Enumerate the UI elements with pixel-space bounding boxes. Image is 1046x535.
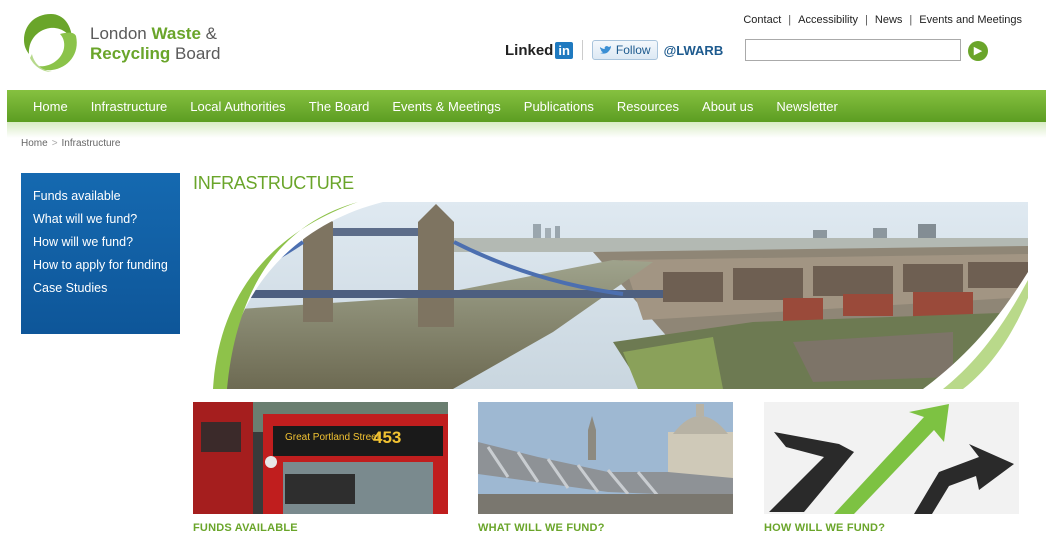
social-divider — [581, 40, 583, 60]
follow-label: Follow — [615, 43, 651, 57]
linkedin-word: Linked — [505, 41, 554, 59]
twitter-follow-button[interactable]: Follow — [591, 40, 658, 60]
linkedin-button[interactable]: Linked in — [505, 41, 573, 59]
nav-home[interactable]: Home — [33, 99, 68, 114]
social-bar: Linked in Follow @LWARB — [505, 38, 723, 62]
breadcrumb-home[interactable]: Home — [21, 138, 48, 149]
tile-image-what-will-we-fund[interactable] — [478, 402, 733, 514]
breadcrumb: Home > Infrastructure — [21, 138, 121, 149]
nav-shadow — [7, 122, 1046, 138]
search-submit-button[interactable]: ▶ — [968, 41, 988, 61]
sidebar-how-to-apply[interactable]: How to apply for funding — [33, 256, 168, 275]
search-input[interactable] — [745, 39, 961, 61]
utility-links: Contact | Accessibility | News | Events and Me… — [743, 14, 1022, 26]
logo-swirl-icon — [24, 14, 77, 72]
nav-events-meetings[interactable]: Events & Meetings — [392, 99, 500, 114]
twitter-bird-icon — [599, 45, 611, 54]
arrow-right-icon: ▶ — [973, 45, 983, 57]
lwarb-logo[interactable]: London Waste & Recycling Board — [20, 10, 230, 80]
logo-wordmark: London Waste & Recycling Board — [90, 24, 221, 63]
nav-newsletter[interactable]: Newsletter — [776, 99, 837, 114]
hero-image-tower-bridge — [193, 202, 1028, 389]
breadcrumb-current: Infrastructure — [61, 138, 121, 149]
tile-label-what-will-we-fund[interactable]: WHAT WILL WE FUND? — [478, 522, 605, 534]
main-nav: Home Infrastructure Local Authorities Th… — [7, 90, 1046, 122]
accessibility-link[interactable]: Accessibility — [798, 14, 858, 26]
page-title: INFRASTRUCTURE — [193, 173, 354, 193]
tile-label-how-will-we-fund[interactable]: HOW WILL WE FUND? — [764, 522, 885, 534]
nav-local-authorities[interactable]: Local Authorities — [190, 99, 285, 114]
tile-image-funds-available[interactable]: Great Portland Street 453 — [193, 402, 448, 514]
news-link[interactable]: News — [875, 14, 903, 26]
nav-resources[interactable]: Resources — [617, 99, 679, 114]
events-and-meetings-link[interactable]: Events and Meetings — [919, 14, 1022, 26]
sidebar-what-will-we-fund[interactable]: What will we fund? — [33, 210, 168, 229]
nav-about-us[interactable]: About us — [702, 99, 753, 114]
contact-link[interactable]: Contact — [743, 14, 781, 26]
tile-label-funds-available[interactable]: FUNDS AVAILABLE — [193, 522, 298, 534]
nav-infrastructure[interactable]: Infrastructure — [91, 99, 168, 114]
nav-the-board[interactable]: The Board — [309, 99, 370, 114]
section-sidebar: Funds available What will we fund? How w… — [21, 173, 180, 334]
twitter-handle[interactable]: @LWARB — [664, 43, 724, 58]
sidebar-how-will-we-fund[interactable]: How will we fund? — [33, 233, 168, 252]
linkedin-icon: in — [555, 41, 573, 59]
bus-route-number: 453 — [373, 428, 402, 447]
bus-destination-label: Great Portland Street — [285, 432, 380, 443]
tile-image-how-will-we-fund[interactable] — [764, 402, 1019, 514]
nav-publications[interactable]: Publications — [524, 99, 594, 114]
sidebar-case-studies[interactable]: Case Studies — [33, 279, 168, 298]
sidebar-funds-available[interactable]: Funds available — [33, 187, 168, 206]
